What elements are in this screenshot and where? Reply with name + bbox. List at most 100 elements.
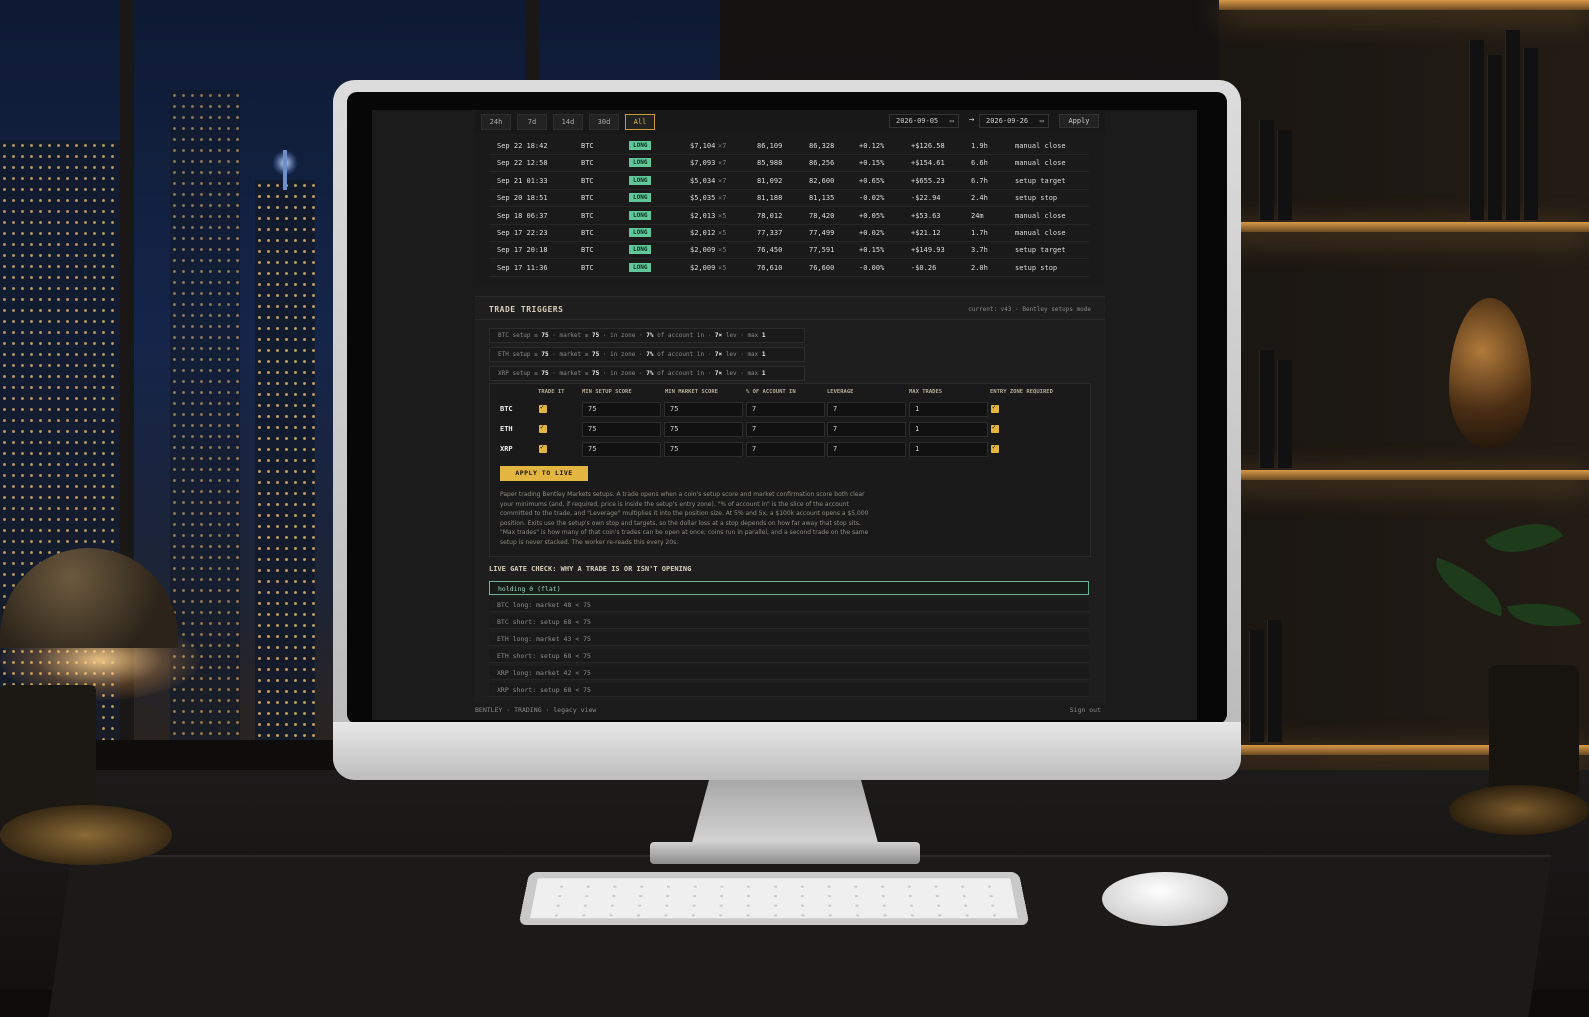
trade-reason: setup target [1015,246,1066,255]
pct-input[interactable]: 7 [746,422,825,437]
trade-row[interactable]: Sep 22 18:42 BTC LONG $7,104 ×7 86,109 86,328 +… [489,137,1089,155]
calendar-icon: ▭ [1039,117,1044,125]
bookshelf [1219,0,1589,780]
lev-input[interactable]: 7 [827,442,906,457]
min-setup-input[interactable]: 75 [582,442,661,457]
monitor-foot [650,842,920,864]
trade-size: $2,009 [690,246,716,255]
trade-entry: 86,109 [757,142,783,150]
trade-side-badge: LONG [629,262,652,272]
trade-entry: 76,450 [757,246,783,255]
min-market-input[interactable]: 75 [664,402,743,417]
trade-exit: 82,600 [809,176,835,185]
trade-row[interactable]: Sep 22 12:58 BTC LONG $7,093 ×7 85,988 86,256 +… [489,154,1089,173]
trade-reason: manual close [1015,142,1066,150]
trades-table: Sep 22 18:42 BTC LONG $7,104 ×7 86,109 86,328 +… [475,134,1105,286]
trigger-summary-btc: BTC setup ≥ 75 · market ≥ 75 · in zone ·… [489,328,805,343]
date-from-input[interactable]: 2026-09-05 ▭ [889,114,959,128]
config-header: TRADE IT [538,389,565,395]
entry-zone-checkbox[interactable] [991,423,999,433]
trade-row[interactable]: Sep 17 22:23 BTC LONG $2,012 ×5 77,337 77,499 +… [489,224,1089,242]
trade-dur: 2.0h [971,263,988,272]
trade-coin: BTC [581,176,594,185]
trade-row[interactable]: Sep 18 06:37 BTC LONG $2,013 ×5 78,012 78,420 +… [489,207,1089,225]
trade-side-badge: LONG [629,228,652,237]
trade-pnl: +$154.61 [911,159,945,168]
trade-pct: +0.12% [859,142,885,150]
trade-side-badge: LONG [629,158,652,168]
trade-time: Sep 17 22:23 [497,229,548,237]
trade-time: Sep 18 06:37 [497,211,548,220]
trade-coin: BTC [581,194,594,203]
trade-pct: +0.65% [859,176,885,185]
trade-row[interactable]: Sep 17 20:18 BTC LONG $2,009 ×5 76,450 77,591 +… [489,241,1089,260]
lev-input[interactable]: 7 [827,402,906,417]
trade-it-checkbox[interactable] [539,423,547,433]
trade-pct: +0.15% [859,159,885,168]
trade-pnl: +$655.23 [911,176,945,185]
trade-side-badge: LONG [629,193,652,203]
trade-it-checkbox[interactable] [539,443,547,453]
trade-reason: manual close [1015,229,1066,237]
lev-input[interactable]: 7 [827,422,906,437]
apply-to-live-button[interactable]: APPLY TO LIVE [500,466,588,481]
trade-row[interactable]: Sep 17 11:36 BTC LONG $2,009 ×5 76,610 76,600 -… [489,259,1089,277]
trade-entry: 85,988 [757,159,783,168]
range-button-24h[interactable]: 24h [481,114,511,130]
pct-input[interactable]: 7 [746,442,825,457]
trade-pnl: -$22.94 [911,194,941,203]
min-market-input[interactable]: 75 [664,422,743,437]
trade-row[interactable]: Sep 21 01:33 BTC LONG $5,034 ×7 81,092 82,600 +… [489,172,1089,190]
trade-time: Sep 20 18:51 [497,194,548,203]
max-input[interactable]: 1 [909,442,988,457]
date-from-value: 2026-09-05 [896,117,939,125]
trade-pnl: +$21.12 [911,229,941,237]
trade-dur: 1.7h [971,229,988,237]
entry-zone-checkbox[interactable] [991,403,999,413]
config-coin-label: BTC [500,405,513,413]
trigger-config-grid: APPLY TO LIVE Paper trading Bentley Mark… [489,383,1091,557]
sign-out-link[interactable]: Sign out [1070,706,1101,714]
trade-pnl: -$0.26 [911,263,937,272]
apply-range-button[interactable]: Apply [1059,114,1099,128]
date-to-input[interactable]: 2026-09-26 ▭ [979,114,1049,128]
trade-dur: 3.7h [971,246,988,255]
trade-reason: manual close [1015,211,1066,220]
trade-lev: ×5 [718,246,727,255]
footer-brand: BENTLEY · TRADING · legacy view [475,706,597,714]
trade-time: Sep 22 12:58 [497,159,548,168]
trade-exit: 76,600 [809,263,835,272]
config-header: LEVERAGE [827,389,854,395]
trade-lev: ×5 [718,263,727,272]
config-coin-label: XRP [500,445,513,453]
entry-zone-checkbox[interactable] [991,443,999,453]
trade-it-checkbox[interactable] [539,403,547,413]
trade-time: Sep 17 11:36 [497,263,548,272]
trade-lev: ×7 [718,142,727,150]
min-setup-input[interactable]: 75 [582,402,661,417]
pct-input[interactable]: 7 [746,402,825,417]
gate-check-row: ETH short: setup 68 < 75 [489,649,1089,663]
trade-pct: +0.15% [859,246,885,255]
mouse [1102,872,1228,926]
max-input[interactable]: 1 [909,422,988,437]
range-button-30d[interactable]: 30d [589,114,619,130]
trade-pct: -0.02% [859,194,885,203]
trade-row[interactable]: Sep 20 18:51 BTC LONG $5,035 ×7 81,188 81,135 -… [489,189,1089,208]
min-market-input[interactable]: 75 [664,442,743,457]
min-setup-input[interactable]: 75 [582,422,661,437]
trade-size: $2,013 [690,211,716,220]
max-input[interactable]: 1 [909,402,988,417]
range-button-7d[interactable]: 7d [517,114,547,130]
trade-side-badge: LONG [629,141,652,150]
trade-dur: 1.9h [971,142,988,150]
gate-check-row: BTC long: market 48 < 75 [489,598,1089,612]
trade-exit: 77,591 [809,246,835,255]
trade-pct: +0.05% [859,211,885,220]
range-button-14d[interactable]: 14d [553,114,583,130]
trade-dur: 2.4h [971,194,988,203]
range-button-all[interactable]: All [625,114,655,130]
trade-entry: 78,012 [757,211,783,220]
trade-time: Sep 17 20:18 [497,246,548,255]
trade-side-badge: LONG [629,210,652,220]
